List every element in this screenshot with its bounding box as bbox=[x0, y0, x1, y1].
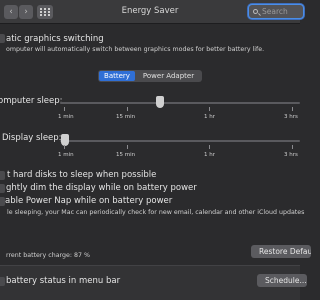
tick-label: 1 min bbox=[58, 114, 74, 120]
search-icon bbox=[253, 9, 258, 14]
tick-mark bbox=[292, 145, 293, 149]
footer-divider bbox=[0, 265, 300, 266]
title-bar: ‹ › Energy Saver Search bbox=[0, 0, 304, 24]
display-sleep-slider-knob[interactable] bbox=[61, 134, 69, 146]
restore-defaults-button[interactable]: Restore Defaults bbox=[251, 245, 311, 258]
tick-mark bbox=[64, 107, 65, 111]
hard-disks-checkbox[interactable] bbox=[0, 171, 5, 180]
tick-label: 3 hrs bbox=[284, 152, 298, 158]
dim-display-label: ghtly dim the display while on battery p… bbox=[6, 183, 197, 193]
search-input[interactable]: Search bbox=[248, 4, 304, 19]
hard-disks-label: t hard disks to sleep when possible bbox=[7, 170, 157, 180]
tick-mark bbox=[127, 107, 128, 111]
power-source-tabs: Battery Power Adapter bbox=[98, 70, 202, 82]
tick-label: 15 min bbox=[116, 152, 136, 158]
tab-power-adapter[interactable]: Power Adapter bbox=[136, 71, 201, 81]
power-nap-description: le sleeping, your Mac can periodically c… bbox=[7, 209, 305, 216]
tick-label: 1 min bbox=[58, 152, 74, 158]
display-sleep-slider-track[interactable] bbox=[60, 140, 300, 142]
tick-label: 1 hr bbox=[204, 152, 215, 158]
computer-sleep-slider-track[interactable] bbox=[60, 102, 300, 104]
graphics-switching-description: omputer will automatically switch betwee… bbox=[6, 46, 265, 53]
tick-mark bbox=[292, 107, 293, 111]
tick-label: 1 hr bbox=[204, 114, 215, 120]
display-sleep-label: Display sleep: bbox=[2, 133, 62, 143]
graphics-switching-checkbox[interactable] bbox=[0, 34, 5, 43]
show-status-label: battery status in menu bar bbox=[6, 276, 121, 286]
power-nap-label: able Power Nap while on battery power bbox=[5, 196, 173, 206]
tick-label: 15 min bbox=[116, 114, 136, 120]
show-status-checkbox[interactable] bbox=[0, 277, 5, 286]
battery-charge-status: rrent battery charge: 87 % bbox=[6, 252, 91, 259]
search-placeholder: Search bbox=[262, 7, 288, 16]
tick-mark bbox=[64, 145, 65, 149]
tab-battery[interactable]: Battery bbox=[99, 71, 135, 81]
dim-display-checkbox[interactable] bbox=[0, 184, 5, 193]
computer-sleep-slider-knob[interactable] bbox=[156, 96, 165, 108]
tick-mark bbox=[209, 107, 210, 111]
tick-mark bbox=[127, 145, 128, 149]
tick-mark bbox=[209, 145, 210, 149]
computer-sleep-label: omputer sleep: bbox=[0, 96, 63, 106]
graphics-switching-label: atic graphics switching bbox=[6, 34, 104, 44]
tick-label: 3 hrs bbox=[284, 114, 298, 120]
schedule-button[interactable]: Schedule... bbox=[257, 274, 307, 287]
